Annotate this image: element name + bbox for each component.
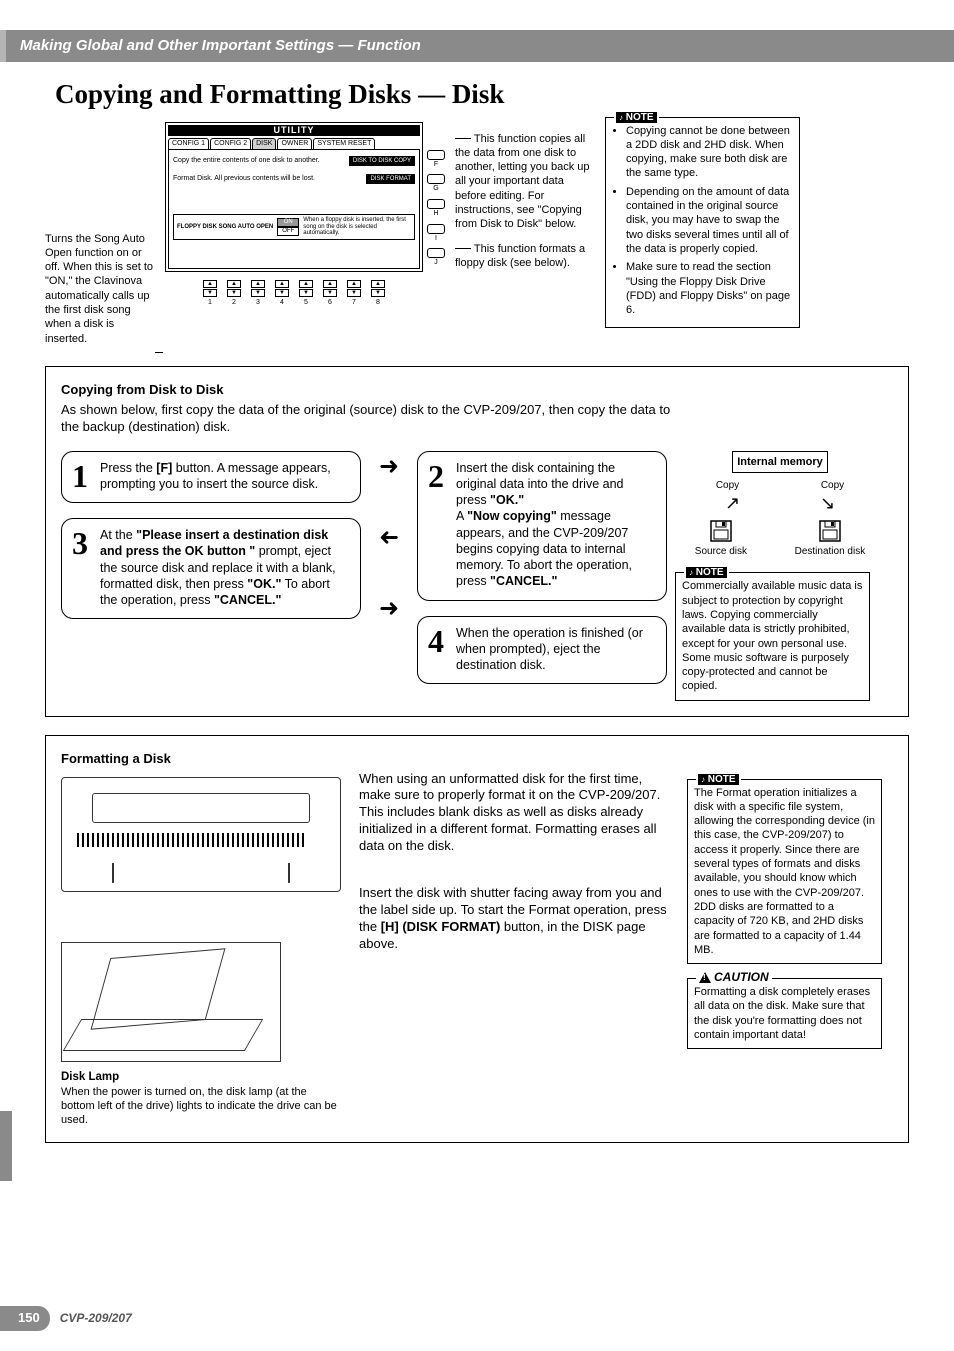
dest-disk-label: Destination disk — [795, 545, 866, 558]
auto-open-off[interactable]: OFF — [277, 227, 299, 236]
step-1: 1 Press the [F] button. A message appear… — [61, 451, 361, 504]
note-box-format: ♪ NOTE The Format operation initializes … — [687, 779, 882, 965]
note-item: Depending on the amount of data containe… — [626, 185, 793, 256]
btn-2-down[interactable]: ▼ — [227, 289, 241, 297]
side-button-h[interactable] — [427, 199, 445, 209]
step-number: 2 — [428, 460, 448, 590]
disk-lamp-title: Disk Lamp — [61, 1070, 341, 1085]
arrow-right-icon — [379, 451, 399, 482]
note-box-top: ♪ NOTE Copying cannot be done between a … — [605, 117, 800, 329]
page-number: 150 — [0, 1306, 50, 1331]
model-label: CVP-209/207 — [60, 1311, 132, 1327]
format-instructions: Insert the disk with shutter facing away… — [359, 885, 669, 953]
btn-4-up[interactable]: ▲ — [275, 280, 289, 288]
format-section-title: Formatting a Disk — [61, 751, 896, 768]
floppy-icon — [709, 519, 733, 543]
side-tab — [0, 1111, 12, 1181]
tab-config1[interactable]: CONFIG 1 — [168, 138, 209, 150]
copy-label: Copy — [821, 479, 844, 492]
side-button-j[interactable] — [427, 248, 445, 258]
arrow-left-icon — [379, 522, 399, 553]
copy-section-title: Copying from Disk to Disk — [61, 382, 896, 399]
piano-illustration — [61, 777, 341, 892]
btn-6-down[interactable]: ▼ — [323, 289, 337, 297]
copy-label: Copy — [716, 479, 739, 492]
arrow-right-icon — [379, 593, 399, 624]
utility-title: UTILITY — [168, 125, 420, 137]
disk-copy-desc: Copy the entire contents of one disk to … — [173, 157, 320, 165]
chapter-header: Making Global and Other Important Settin… — [0, 30, 954, 62]
btn-7-down[interactable]: ▼ — [347, 289, 361, 297]
auto-open-on[interactable]: ON — [277, 218, 299, 227]
arrow-down-icon: ↘ — [820, 492, 835, 515]
side-button-f[interactable] — [427, 150, 445, 160]
note-format-text: The Format operation initializes a disk … — [694, 786, 875, 958]
step-number: 4 — [428, 625, 448, 674]
page-footer: 150 CVP-209/207 — [0, 1306, 132, 1331]
step-2: 2 Insert the disk containing the origina… — [417, 451, 667, 601]
btn-6-up[interactable]: ▲ — [323, 280, 337, 288]
copy-function-desc: This function copies all the data from o… — [455, 133, 590, 231]
btn-1-up[interactable]: ▲ — [203, 280, 217, 288]
format-intro: When using an unformatted disk for the f… — [359, 771, 669, 855]
tab-disk[interactable]: DISK — [252, 138, 276, 150]
function-descriptions: This function copies all the data from o… — [455, 122, 595, 281]
utility-screen: UTILITY CONFIG 1 CONFIG 2 DISK OWNER SYS… — [165, 122, 445, 307]
step-3: 3 At the "Please insert a destination di… — [61, 518, 361, 619]
side-button-i[interactable] — [427, 224, 445, 234]
flow-arrows — [369, 451, 409, 625]
btn-7-up[interactable]: ▲ — [347, 280, 361, 288]
format-disk-section: Formatting a Disk Disk Lamp When the pow… — [45, 735, 909, 1144]
note-box-copy: ♪ NOTE Commercially available music data… — [675, 572, 870, 700]
btn-2-up[interactable]: ▲ — [227, 280, 241, 288]
caution-box: CAUTION Formatting a disk completely era… — [687, 978, 882, 1049]
step-number: 1 — [72, 460, 92, 493]
format-function-desc: This function formats a floppy disk (see… — [455, 243, 585, 269]
arrow-up-icon: ↗ — [725, 492, 740, 515]
btn-5-up[interactable]: ▲ — [299, 280, 313, 288]
tab-config2[interactable]: CONFIG 2 — [210, 138, 251, 150]
warning-icon — [699, 972, 711, 983]
copy-disk-section: Copying from Disk to Disk As shown below… — [45, 366, 909, 717]
page-title: Copying and Formatting Disks — Disk — [55, 77, 909, 112]
step-number: 3 — [72, 527, 92, 608]
btn-1-down[interactable]: ▼ — [203, 289, 217, 297]
disk-format-button[interactable]: DISK FORMAT — [366, 174, 415, 184]
internal-memory-box: Internal memory — [732, 451, 828, 473]
floppy-icon — [818, 519, 842, 543]
btn-3-up[interactable]: ▲ — [251, 280, 265, 288]
btn-8-up[interactable]: ▲ — [371, 280, 385, 288]
note-item: Make sure to read the section "Using the… — [626, 260, 793, 317]
source-disk-label: Source disk — [695, 545, 747, 558]
copy-section-intro: As shown below, first copy the data of t… — [61, 402, 681, 436]
auto-open-label: FLOPPY DISK SONG AUTO OPEN — [177, 224, 273, 230]
disk-to-disk-copy-button[interactable]: DISK TO DISK COPY — [349, 156, 415, 166]
disk-format-desc: Format Disk. All previous contents will … — [173, 175, 315, 183]
side-button-g[interactable] — [427, 174, 445, 184]
btn-3-down[interactable]: ▼ — [251, 289, 265, 297]
disk-drive-illustration — [61, 942, 281, 1062]
song-auto-open-description: Turns the Song Auto Open function on or … — [45, 122, 155, 346]
tab-owner[interactable]: OWNER — [277, 138, 312, 150]
btn-4-down[interactable]: ▼ — [275, 289, 289, 297]
auto-open-desc: When a floppy disk is inserted, the firs… — [303, 217, 411, 237]
bottom-buttons: ▲▼1 ▲▼2 ▲▼3 ▲▼4 ▲▼5 ▲▼6 ▲▼7 ▲▼8 — [165, 280, 423, 307]
step-4: 4 When the operation is finished (or whe… — [417, 616, 667, 685]
disk-lamp-desc: When the power is turned on, the disk la… — [61, 1085, 341, 1128]
tab-system-reset[interactable]: SYSTEM RESET — [313, 138, 375, 150]
btn-8-down[interactable]: ▼ — [371, 289, 385, 297]
note-item: Copying cannot be done between a 2DD dis… — [626, 124, 793, 181]
note-copy-text: Commercially available music data is sub… — [682, 579, 863, 693]
btn-5-down[interactable]: ▼ — [299, 289, 313, 297]
caution-text: Formatting a disk completely erases all … — [694, 985, 875, 1042]
